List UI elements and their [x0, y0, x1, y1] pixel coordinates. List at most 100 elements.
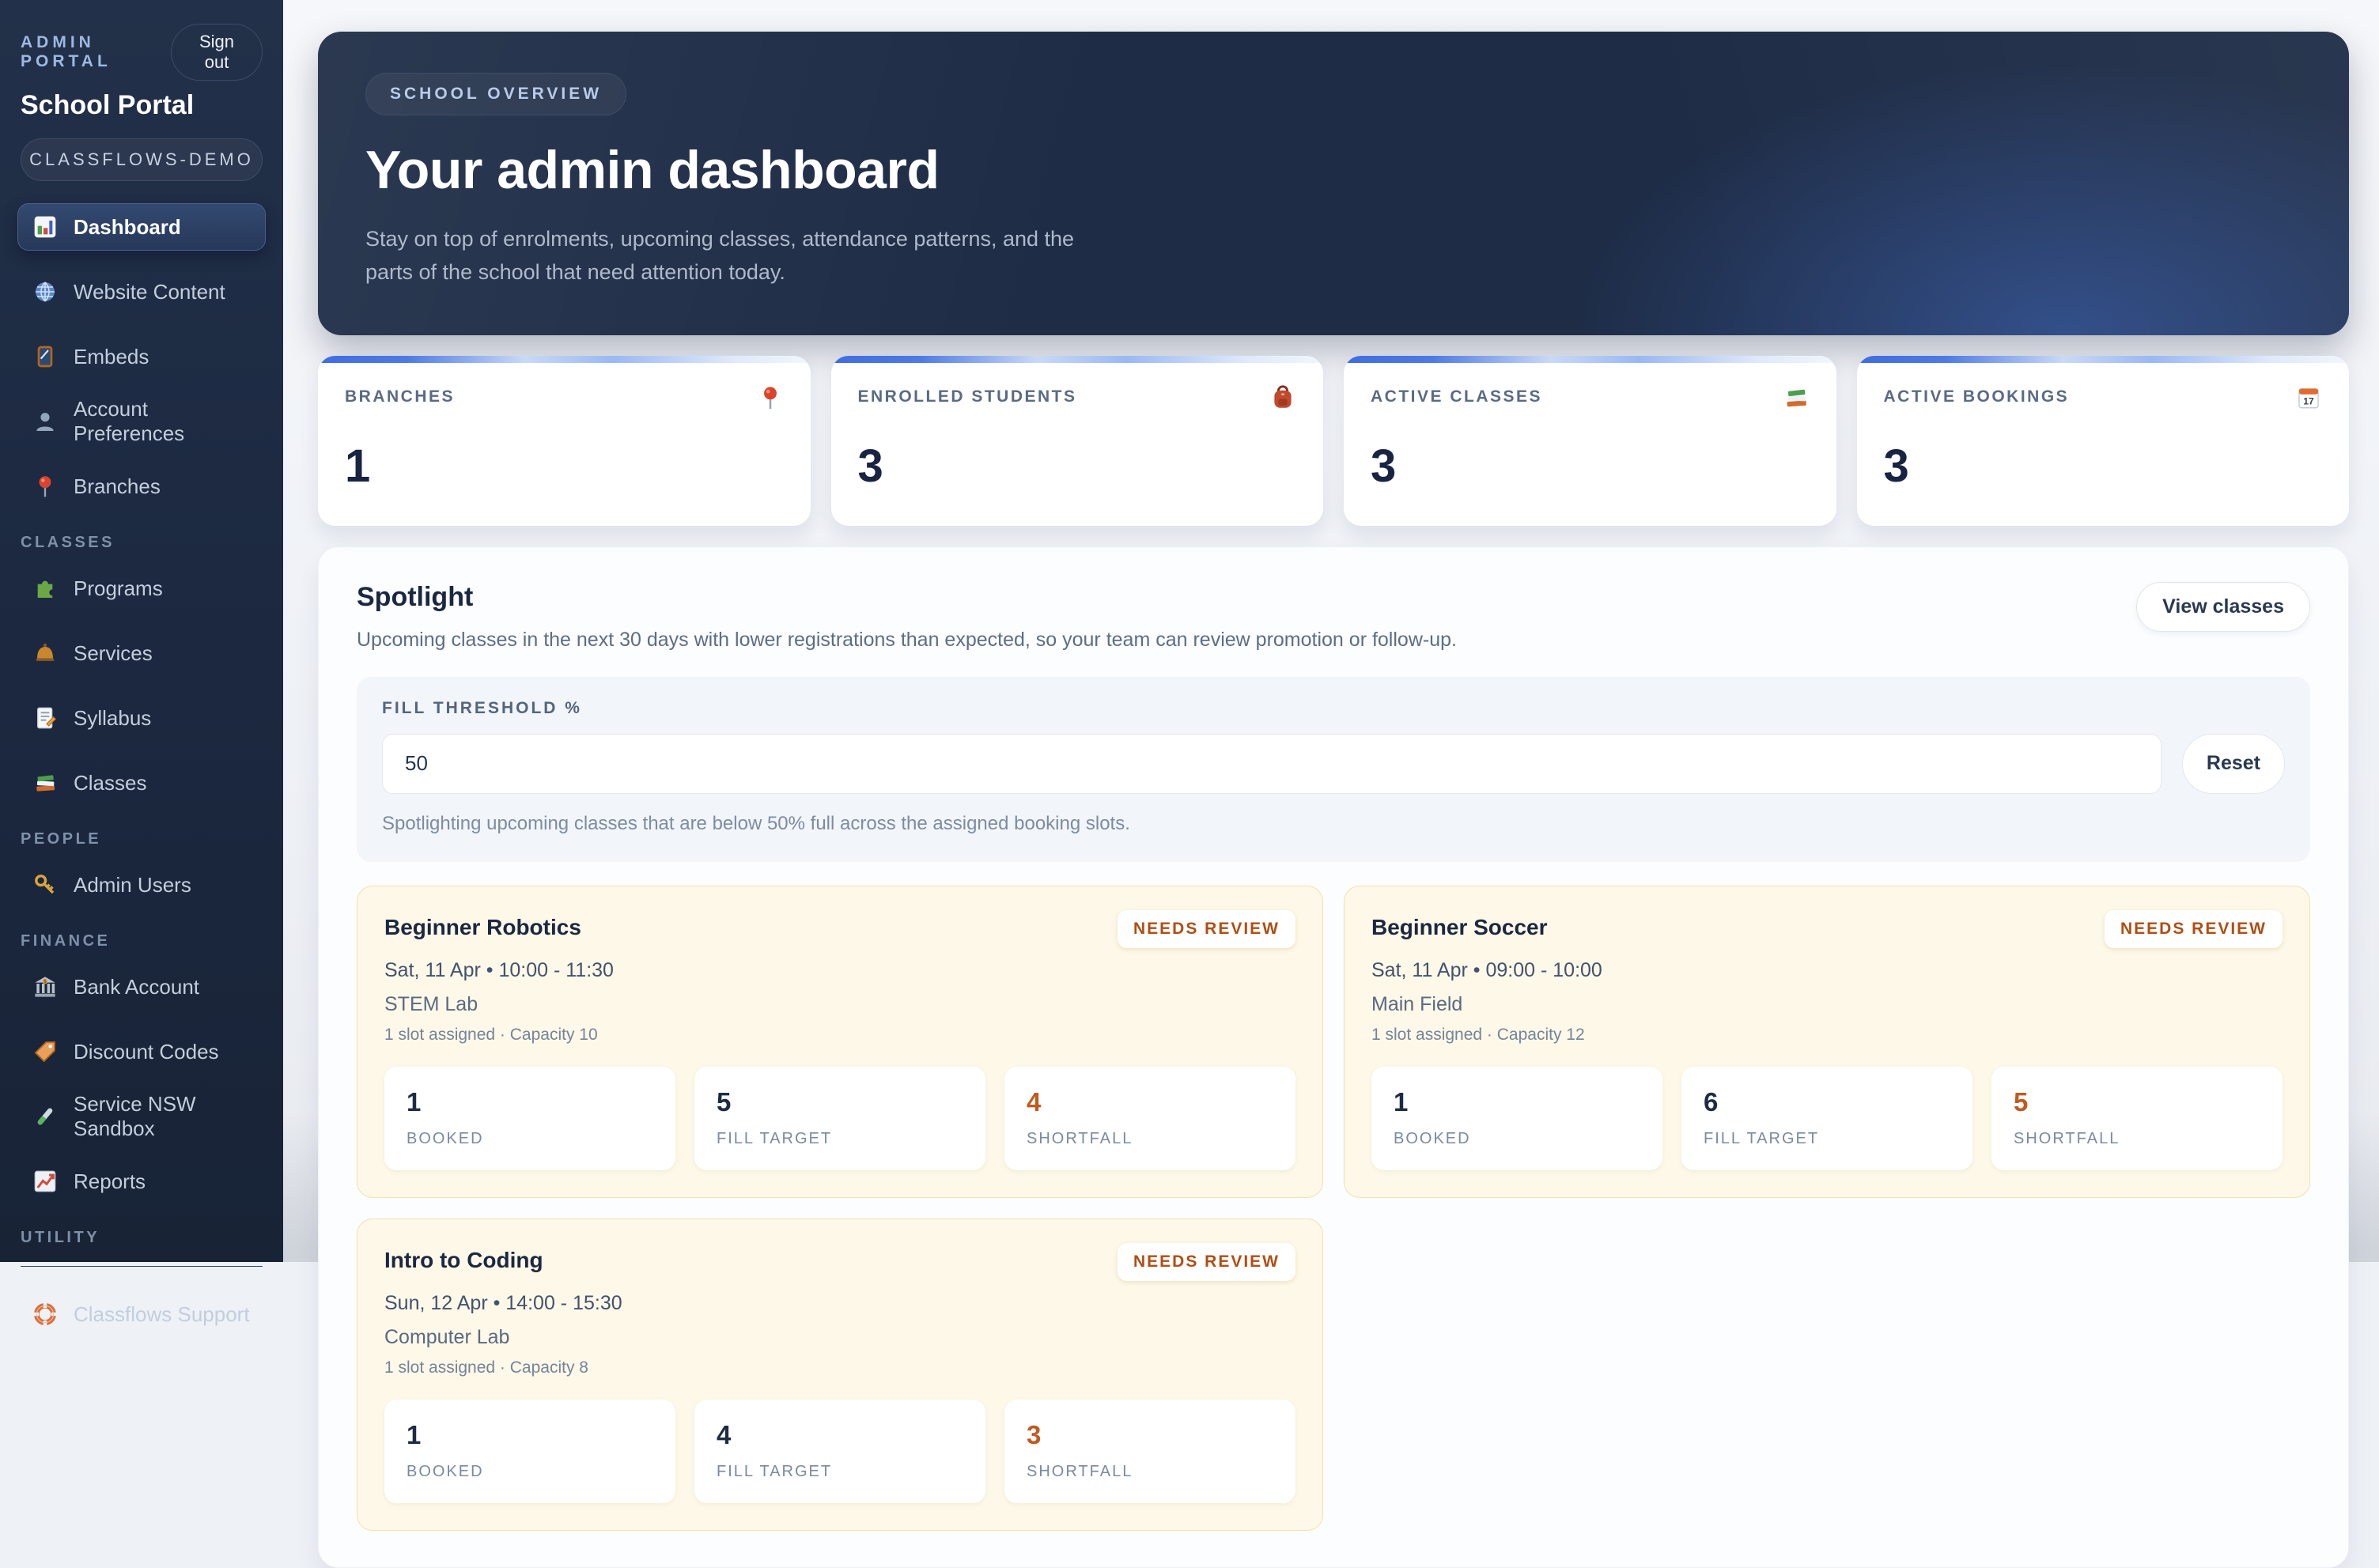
view-classes-button[interactable]: View classes: [2136, 581, 2310, 632]
fill-threshold-input[interactable]: [382, 733, 2162, 794]
section-header-utility: UTILITY: [21, 1229, 100, 1246]
metric-value: 1: [1394, 1086, 1409, 1116]
metric-value: 1: [407, 1419, 422, 1449]
admin-portal-kicker: ADMIN PORTAL: [21, 33, 112, 70]
class-title: Beginner Soccer: [1371, 914, 1548, 939]
metric-value: 6: [1704, 1086, 1719, 1116]
test-tube-icon: [32, 1104, 58, 1129]
sidebar-item-services[interactable]: Services: [17, 629, 266, 677]
stat-value: 3: [857, 440, 883, 492]
sidebar-item-label: Service NSW Sandbox: [74, 1092, 196, 1140]
sidebar-item-label: Discount Codes: [74, 1039, 219, 1064]
sidebar-item-label: Syllabus: [74, 705, 152, 730]
sidebar-item-syllabus[interactable]: Syllabus: [17, 694, 266, 742]
stat-value: 3: [1883, 440, 1909, 492]
stat-card-accent-bar: [830, 355, 1323, 363]
sidebar-item-classflows-support[interactable]: Classflows Support: [17, 1290, 266, 1338]
class-title: Intro to Coding: [384, 1247, 543, 1272]
metric-fill-target: 5 FILL TARGET: [694, 1066, 985, 1170]
books-icon: [1783, 384, 1810, 411]
reset-button[interactable]: Reset: [2181, 733, 2285, 794]
sidebar-item-label: Dashboard: [74, 214, 181, 239]
class-card-intro-to-coding: Intro to Coding NEEDS REVIEW Sun, 12 Apr…: [357, 1218, 1323, 1531]
sidebar-item-label: Website Content: [74, 279, 225, 304]
sidebar-item-website-content[interactable]: Website Content: [17, 268, 266, 315]
stat-card-active-classes: ACTIVE CLASSES 3: [1344, 355, 1836, 526]
class-card-beginner-soccer: Beginner Soccer NEEDS REVIEW Sat, 11 Apr…: [1344, 885, 2310, 1198]
metric-label: SHORTFALL: [1027, 1462, 1133, 1480]
stat-label: ACTIVE BOOKINGS: [1883, 387, 2070, 406]
section-header-finance: FINANCE: [21, 932, 111, 950]
sidebar-item-service-nsw-sandbox[interactable]: Service NSW Sandbox: [17, 1092, 266, 1140]
sidebar-item-reports[interactable]: Reports: [17, 1158, 266, 1205]
metric-label: FILL TARGET: [1704, 1129, 1820, 1147]
stat-value: 1: [345, 440, 371, 492]
metric-label: FILL TARGET: [717, 1462, 833, 1480]
metric-booked: 1 BOOKED: [384, 1399, 675, 1503]
metric-label: BOOKED: [407, 1462, 484, 1480]
class-card-beginner-robotics: Beginner Robotics NEEDS REVIEW Sat, 11 A…: [357, 885, 1323, 1198]
metric-value: 1: [407, 1086, 422, 1116]
sidebar-item-label: Account Preferences: [74, 397, 185, 445]
class-datetime: Sat, 11 Apr • 10:00 - 11:30: [384, 958, 614, 981]
metric-label: FILL TARGET: [717, 1129, 833, 1147]
class-location: Main Field: [1371, 992, 1463, 1015]
sidebar-item-admin-users[interactable]: Admin Users: [17, 861, 266, 909]
class-datetime: Sun, 12 Apr • 14:00 - 15:30: [384, 1291, 622, 1314]
stat-card-branches: BRANCHES 1: [318, 355, 811, 526]
sidebar-item-classes[interactable]: Classes: [17, 759, 266, 807]
metric-fill-target: 4 FILL TARGET: [694, 1399, 985, 1503]
metric-shortfall: 5 SHORTFALL: [1991, 1066, 2283, 1170]
needs-review-badge: NEEDS REVIEW: [1117, 909, 1295, 948]
stat-label: ACTIVE CLASSES: [1371, 387, 1543, 406]
key-icon: [32, 872, 58, 897]
hero-banner: SCHOOL OVERVIEW Your admin dashboard Sta…: [318, 32, 2349, 335]
spotlight-panel: Spotlight Upcoming classes in the next 3…: [318, 546, 2349, 1568]
sidebar-item-embeds[interactable]: Embeds: [17, 333, 266, 380]
fill-threshold-label: FILL THRESHOLD %: [382, 698, 582, 717]
sidebar-item-dashboard[interactable]: Dashboard: [17, 203, 266, 251]
app-title: School Portal: [21, 90, 195, 120]
stat-cards-row: BRANCHES 1 ENROLLED STUDENTS 3 ACTIVE CL…: [318, 355, 2349, 526]
stat-card-active-bookings: ACTIVE BOOKINGS 3: [1856, 355, 2349, 526]
page-title: Your admin dashboard: [365, 140, 940, 200]
section-header-people: PEOPLE: [21, 830, 102, 848]
sidebar-item-label: Branches: [74, 474, 161, 498]
window-icon: [32, 344, 58, 369]
stat-card-accent-bar: [318, 355, 811, 363]
stat-card-accent-bar: [1856, 355, 2349, 363]
sidebar-item-branches[interactable]: Branches: [17, 463, 266, 510]
stat-card-accent-bar: [1344, 355, 1836, 363]
page-subtitle: Stay on top of enrolments, upcoming clas…: [365, 227, 1075, 284]
class-location: STEM Lab: [384, 992, 478, 1015]
tag-icon: [32, 1039, 58, 1064]
metric-label: SHORTFALL: [1027, 1129, 1133, 1147]
metric-label: SHORTFALL: [2014, 1129, 2120, 1147]
sidebar-item-bank-account[interactable]: Bank Account: [17, 963, 266, 1011]
bar-chart-icon: [32, 214, 58, 240]
user-icon: [32, 409, 58, 434]
stat-label: ENROLLED STUDENTS: [857, 387, 1077, 406]
sidebar-item-label: Classflows Support: [74, 1302, 250, 1326]
metric-fill-target: 6 FILL TARGET: [1681, 1066, 1972, 1170]
sidebar-nav: Dashboard Website Content Embeds Account…: [0, 203, 283, 1338]
books-icon: [32, 770, 58, 795]
sidebar-item-account-preferences[interactable]: Account Preferences: [17, 397, 266, 445]
life-ring-icon: [32, 1302, 58, 1327]
fill-threshold-helper: Spotlighting upcoming classes that are b…: [382, 812, 1130, 834]
sidebar-item-label: Admin Users: [74, 872, 191, 897]
bank-icon: [32, 974, 58, 999]
fill-threshold-box: FILL THRESHOLD % Reset Spotlighting upco…: [357, 676, 2310, 862]
sidebar-divider: [21, 1266, 263, 1267]
pushpin-icon: [757, 384, 784, 411]
class-location: Computer Lab: [384, 1325, 510, 1348]
sign-out-button[interactable]: Sign out: [171, 24, 263, 81]
metric-value: 5: [717, 1086, 732, 1116]
calendar-icon: [2295, 384, 2322, 411]
sidebar-item-programs[interactable]: Programs: [17, 565, 266, 612]
sidebar-item-discount-codes[interactable]: Discount Codes: [17, 1028, 266, 1075]
sidebar-item-label: Services: [74, 640, 153, 665]
stat-label: BRANCHES: [345, 387, 456, 406]
metric-booked: 1 BOOKED: [384, 1066, 675, 1170]
metric-value: 4: [717, 1419, 732, 1449]
